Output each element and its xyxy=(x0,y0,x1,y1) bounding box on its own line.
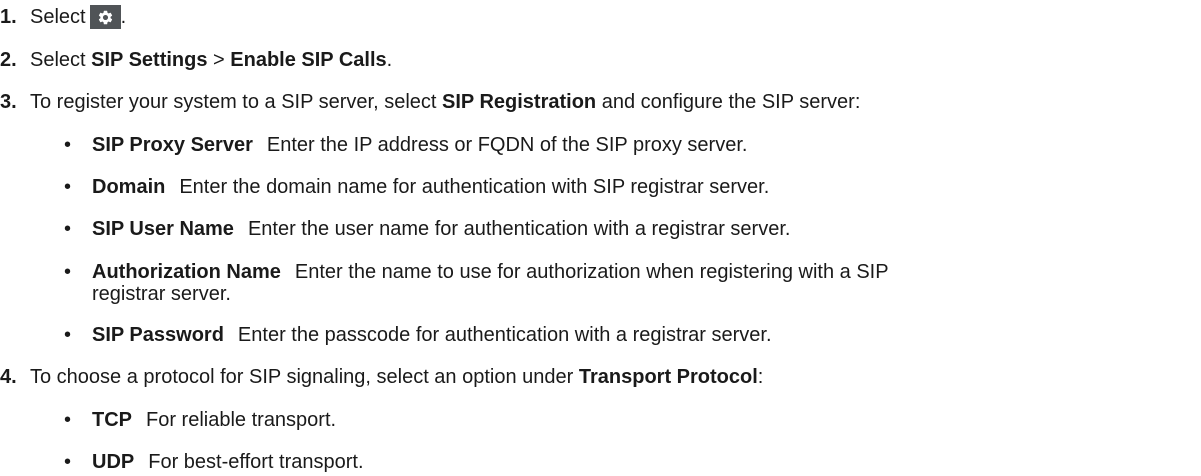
list-item: • SIP Proxy Server Enter the IP address o… xyxy=(64,133,748,157)
field-term: SIP Proxy Server xyxy=(92,134,253,156)
list-item: • Authorization Name Enter the name to us… xyxy=(64,260,889,284)
field-description-cont: registrar server. xyxy=(92,283,231,305)
ui-term-transport-protocol: Transport Protocol xyxy=(578,366,758,388)
list-item: • SIP User Name Enter the user name for a… xyxy=(64,217,791,241)
bullet: • xyxy=(64,134,72,156)
list-item-continuation: registrar server. xyxy=(92,282,231,306)
instructions: 1. Select. 2. Select SIP Settings > Enable… xyxy=(0,0,1201,476)
bullet: • xyxy=(64,261,72,283)
ui-term-sip-registration: SIP Registration xyxy=(442,91,597,113)
step-4: 4. To choose a protocol for SIP signaling… xyxy=(0,365,763,389)
option-term: UDP xyxy=(92,451,135,473)
option-description: For best-effort transport. xyxy=(148,451,364,473)
bullet: • xyxy=(64,451,72,473)
step-text-end: . xyxy=(386,49,393,71)
bullet: • xyxy=(64,324,72,346)
step-2: 2. Select SIP Settings > Enable SIP Calls… xyxy=(0,48,392,72)
option-description: For reliable transport. xyxy=(146,409,337,431)
step-3: 3. To register your system to a SIP serve… xyxy=(0,90,860,114)
list-item: • Domain Enter the domain name for authen… xyxy=(64,175,770,199)
step-text-end: . xyxy=(120,6,127,28)
step-text: To register your system to a SIP server,… xyxy=(30,91,437,113)
field-description: Enter the domain name for authentication… xyxy=(179,176,770,198)
step-text-end: and configure the SIP server: xyxy=(596,91,861,113)
step-text: Select xyxy=(30,6,86,28)
option-term: TCP xyxy=(92,409,132,431)
step-number: 3. xyxy=(0,91,17,113)
list-item: • SIP Password Enter the passcode for aut… xyxy=(64,323,772,347)
step-separator: > xyxy=(207,49,231,71)
step-text: To choose a protocol for SIP signaling, … xyxy=(30,366,574,388)
field-term: SIP Password xyxy=(92,324,224,346)
ui-term-enable-sip-calls: Enable SIP Calls xyxy=(230,49,387,71)
list-item: • TCP For reliable transport. xyxy=(64,408,337,432)
list-item: • UDP For best-effort transport. xyxy=(64,450,364,474)
bullet: • xyxy=(64,409,72,431)
bullet: • xyxy=(64,176,72,198)
bullet: • xyxy=(64,218,72,240)
step-number: 4. xyxy=(0,366,17,388)
step-1: 1. Select. xyxy=(0,5,126,29)
field-description: Enter the name to use for authorization … xyxy=(294,261,889,283)
field-description: Enter the passcode for authentication wi… xyxy=(237,324,772,346)
field-term: Domain xyxy=(92,176,166,198)
field-term: SIP User Name xyxy=(92,218,234,240)
step-number: 1. xyxy=(0,6,17,28)
step-number: 2. xyxy=(0,49,17,71)
gear-icon xyxy=(89,5,121,29)
field-description: Enter the user name for authentication w… xyxy=(247,218,791,240)
step-text-end: : xyxy=(757,366,764,388)
step-text: Select xyxy=(30,49,86,71)
field-description: Enter the IP address or FQDN of the SIP … xyxy=(266,134,748,156)
field-term: Authorization Name xyxy=(92,261,281,283)
ui-term-sip-settings: SIP Settings xyxy=(91,49,208,71)
